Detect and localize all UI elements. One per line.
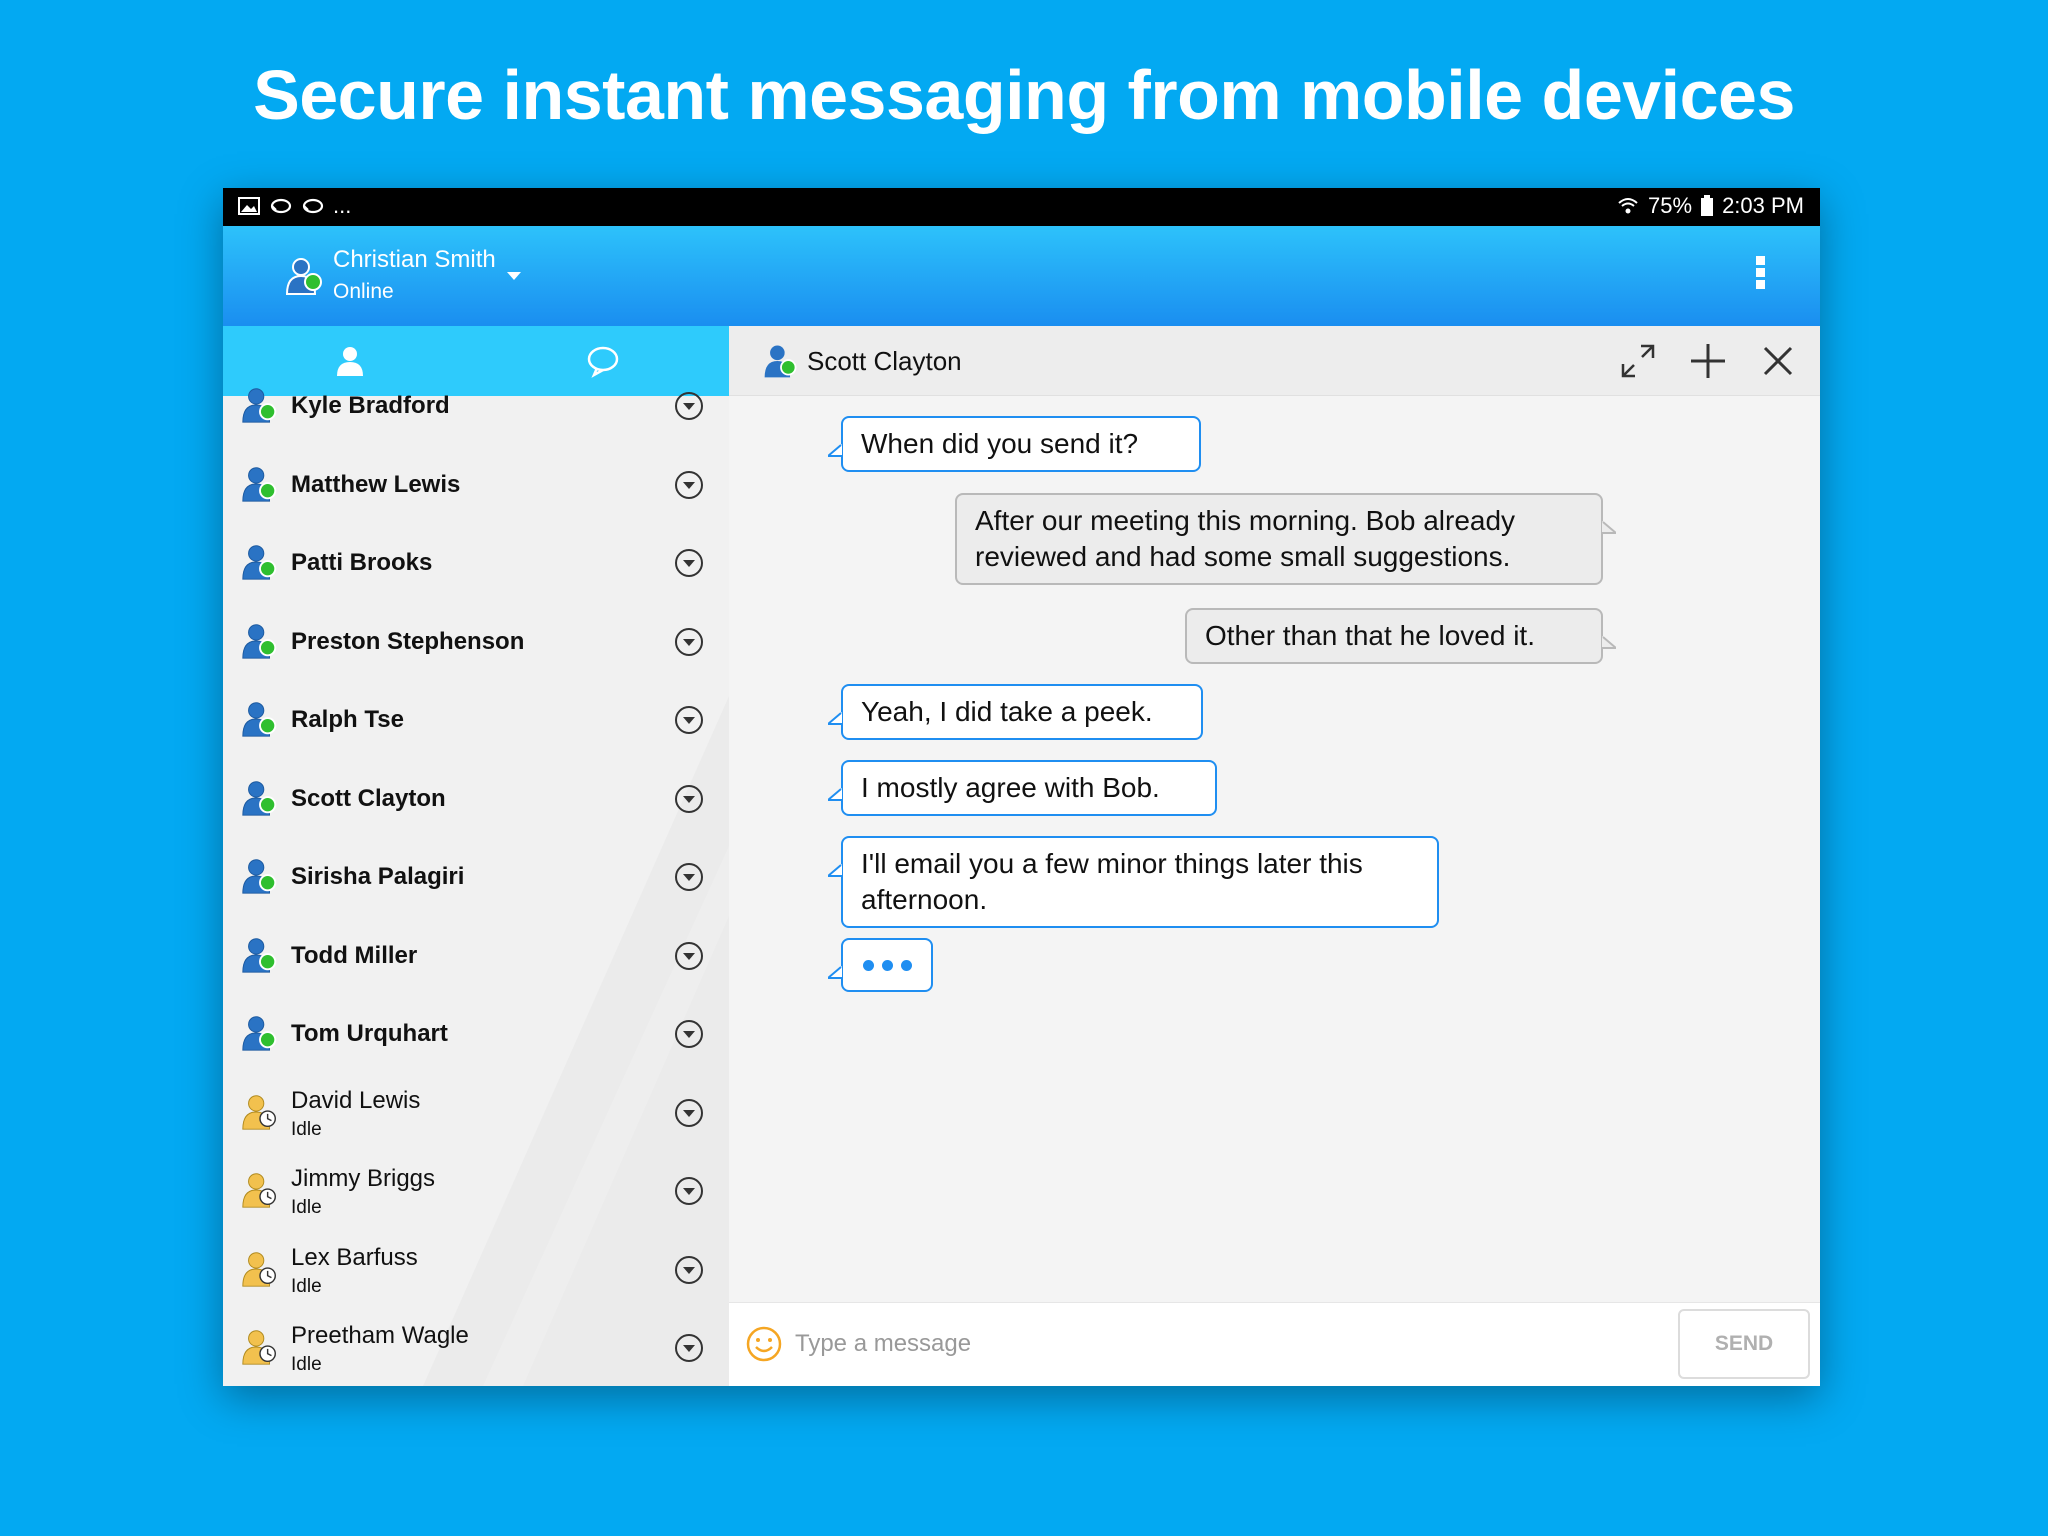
chevron-down-icon[interactable]	[674, 784, 704, 814]
online-contact-icon	[242, 1016, 277, 1051]
contact-name: Ralph Tse	[291, 706, 404, 733]
incoming-message: I'll email you a few minor things later …	[841, 836, 1439, 928]
expand-icon[interactable]	[1615, 338, 1661, 384]
send-button[interactable]: SEND	[1678, 1309, 1810, 1379]
contact-name: Kyle Bradford	[291, 392, 450, 419]
contact-row[interactable]: Preston Stephenson	[223, 602, 729, 681]
idle-contact-icon	[242, 1330, 276, 1365]
chevron-down-icon[interactable]	[674, 941, 704, 971]
online-contact-icon	[242, 702, 277, 737]
contact-name: Scott Clayton	[291, 784, 446, 812]
contact-status: Idle	[291, 1197, 322, 1218]
sync-icon	[270, 198, 292, 214]
contact-row[interactable]: Jimmy Briggs Idle	[223, 1151, 729, 1230]
status-bar: ... 75% 2:03 PM	[223, 188, 1820, 226]
contact-row[interactable]: Preetham Wagle Idle	[223, 1308, 729, 1386]
contact-name: Tom Urquhart	[291, 1020, 448, 1047]
bubble-tail	[1602, 636, 1616, 649]
online-contact-icon	[242, 623, 277, 659]
overflow-menu-icon[interactable]	[1756, 256, 1768, 296]
bubble-tail	[828, 966, 842, 979]
emoji-icon[interactable]	[745, 1325, 783, 1363]
contacts-pane: Kyle Bradford Matthew Lewis Patti Brooks Pr…	[223, 326, 729, 1386]
chevron-down-icon[interactable]	[674, 705, 704, 735]
online-contact-icon	[242, 859, 277, 894]
more-notifications-indicator: ...	[333, 193, 352, 218]
idle-contact-icon	[242, 1094, 276, 1130]
user-avatar-icon[interactable]	[283, 254, 327, 298]
current-user-name[interactable]: Christian Smith	[333, 246, 496, 274]
outgoing-message: After our meeting this morning. Bob alre…	[955, 493, 1603, 585]
sync-icon	[302, 198, 324, 214]
battery-icon	[1701, 195, 1714, 216]
idle-contact-icon	[242, 1251, 276, 1287]
chat-title: Scott Clayton	[807, 346, 962, 376]
chevron-down-icon[interactable]	[674, 391, 704, 421]
online-contact-icon	[242, 780, 277, 816]
chevron-down-icon[interactable]	[674, 548, 704, 578]
contact-avatar-icon	[764, 345, 797, 378]
contact-name: Lex Barfuss	[291, 1243, 418, 1271]
app-bar: Christian Smith Online	[223, 226, 1820, 326]
contact-row[interactable]: David Lewis Idle	[223, 1073, 729, 1152]
contact-row[interactable]: Todd Miller	[223, 916, 729, 995]
contact-name: Jimmy Briggs	[291, 1165, 436, 1192]
image-icon	[238, 197, 260, 215]
incoming-message: I mostly agree with Bob.	[841, 760, 1217, 816]
contact-name: Patti Brooks	[291, 549, 433, 576]
outgoing-message: Other than that he loved it.	[1185, 608, 1603, 664]
add-participant-icon[interactable]	[1685, 338, 1731, 384]
chevron-down-icon[interactable]	[674, 862, 704, 892]
contact-status: Idle	[291, 1275, 322, 1297]
contact-name: Matthew Lewis	[291, 470, 461, 498]
contact-name: Todd Miller	[291, 941, 418, 969]
contact-row[interactable]: Tom Urquhart	[223, 994, 729, 1073]
clock: 2:03 PM	[1722, 193, 1804, 218]
chevron-down-icon[interactable]	[674, 1176, 704, 1206]
bubble-tail	[828, 444, 842, 457]
contact-row[interactable]: Scott Clayton	[223, 759, 729, 838]
contact-status: Idle	[291, 1118, 322, 1140]
tablet-screen: ... 75% 2:03 PM Christian Smith Online K…	[223, 188, 1820, 1386]
incoming-message: When did you send it?	[841, 416, 1201, 472]
chat-pane: Scott Clayton When did you send it? After…	[729, 326, 1820, 1386]
bubble-tail	[828, 788, 842, 801]
caret-down-icon[interactable]	[507, 272, 521, 280]
contact-name: Preston Stephenson	[291, 627, 525, 655]
composer: SEND	[729, 1302, 1820, 1386]
contact-row[interactable]: Sirisha Palagiri	[223, 837, 729, 916]
close-icon[interactable]	[1755, 338, 1801, 384]
online-contact-icon	[242, 388, 277, 423]
chevron-down-icon[interactable]	[674, 1098, 704, 1128]
contact-status: Idle	[291, 1354, 322, 1375]
contact-row[interactable]: Matthew Lewis	[223, 445, 729, 524]
chevron-down-icon[interactable]	[674, 1255, 704, 1285]
chevron-down-icon[interactable]	[674, 1019, 704, 1049]
typing-indicator	[841, 938, 933, 992]
battery-percent: 75%	[1648, 193, 1693, 218]
online-contact-icon	[242, 466, 277, 502]
contact-row[interactable]: Ralph Tse	[223, 680, 729, 759]
headline: Secure instant messaging from mobile dev…	[253, 56, 1795, 134]
online-contact-icon	[242, 937, 277, 973]
incoming-message: Yeah, I did take a peek.	[841, 684, 1203, 740]
contact-name: David Lewis	[291, 1086, 421, 1114]
contact-row[interactable]: Patti Brooks	[223, 523, 729, 602]
current-user-status: Online	[333, 280, 394, 303]
bubble-tail	[828, 712, 842, 725]
wifi-icon	[1618, 198, 1638, 214]
chevron-down-icon[interactable]	[674, 627, 704, 657]
contact-name: Preetham Wagle	[291, 1322, 469, 1349]
contact-name: Sirisha Palagiri	[291, 863, 465, 890]
chevron-down-icon[interactable]	[674, 470, 704, 500]
bubble-tail	[828, 864, 842, 877]
online-contact-icon	[242, 545, 277, 580]
bubble-tail	[1602, 521, 1616, 534]
chat-header: Scott Clayton	[729, 326, 1820, 396]
chevron-down-icon[interactable]	[674, 1333, 704, 1363]
contact-row[interactable]: Lex Barfuss Idle	[223, 1230, 729, 1309]
idle-contact-icon	[242, 1173, 276, 1208]
message-input[interactable]	[795, 1319, 1595, 1369]
contact-row[interactable]: Kyle Bradford	[223, 366, 729, 445]
